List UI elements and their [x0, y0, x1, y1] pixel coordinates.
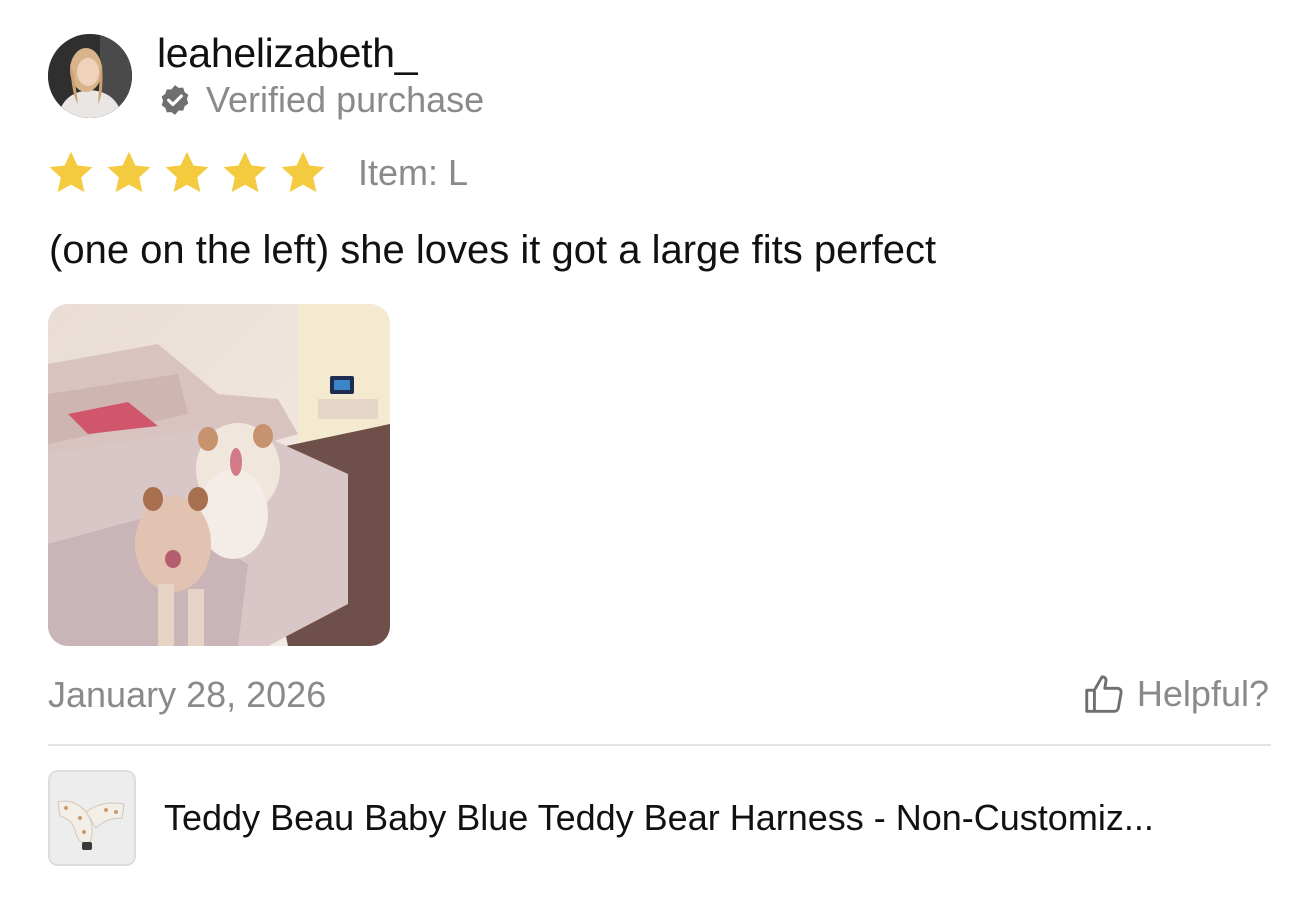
- star-icon: [281, 151, 325, 193]
- review-photo-image: [48, 304, 390, 646]
- item-size-label: Item: L: [358, 152, 469, 193]
- harness-image: [50, 772, 134, 864]
- helpful-button[interactable]: Helpful?: [1081, 668, 1269, 720]
- review-photo[interactable]: [48, 304, 390, 646]
- avatar-photo: [48, 34, 132, 118]
- reviewer-avatar[interactable]: [48, 34, 132, 118]
- reviewer-username[interactable]: leahelizabeth_: [157, 30, 418, 77]
- product-title: Teddy Beau Baby Blue Teddy Bear Harness …: [164, 797, 1154, 838]
- star-icon: [165, 151, 209, 193]
- review-date: January 28, 2026: [48, 674, 327, 715]
- divider: [48, 744, 1271, 746]
- rating-row: Item: L: [46, 146, 468, 200]
- star-icon: [49, 151, 93, 193]
- verified-check-icon: [161, 85, 189, 115]
- helpful-label: Helpful?: [1136, 673, 1269, 714]
- verified-purchase-label: Verified purchase: [206, 79, 485, 120]
- review-text: (one on the left) she loves it got a lar…: [49, 228, 937, 272]
- star-icon: [223, 151, 267, 193]
- product-thumbnail: [48, 770, 136, 866]
- verified-purchase-badge: Verified purchase: [158, 79, 485, 120]
- product-link[interactable]: Teddy Beau Baby Blue Teddy Bear Harness …: [48, 770, 1271, 866]
- thumbs-up-icon: [1085, 675, 1123, 713]
- star-icon: [107, 151, 151, 193]
- star-rating: [46, 148, 336, 198]
